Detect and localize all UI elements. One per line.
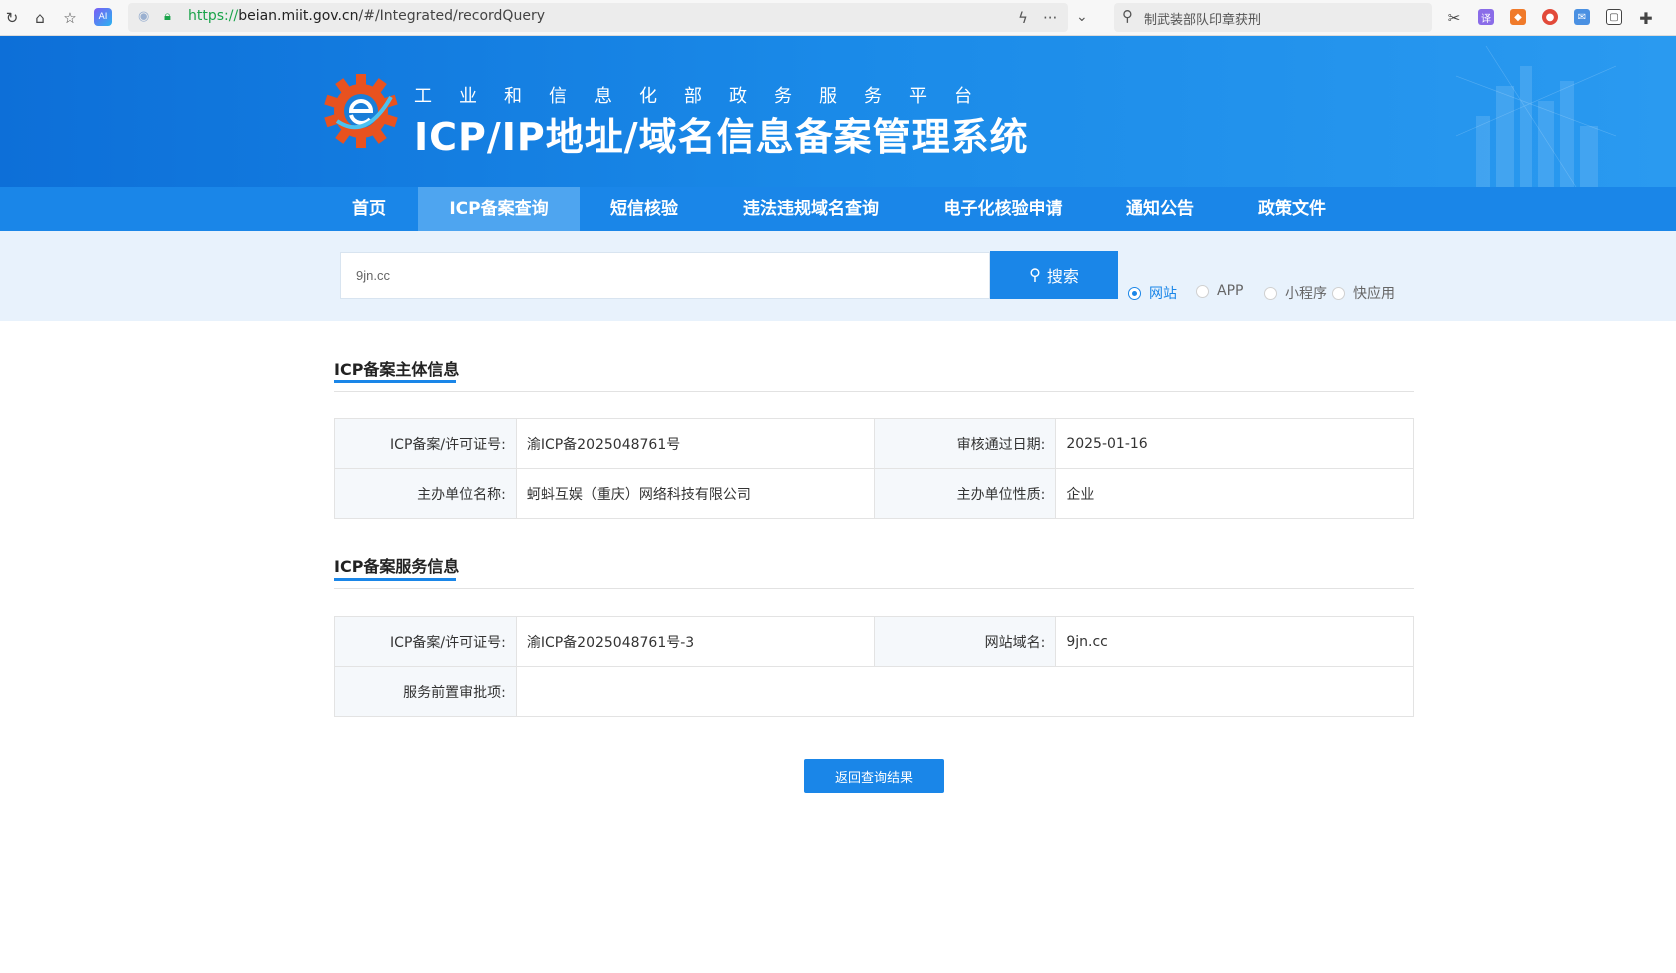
weibo-icon[interactable]: ●: [1542, 9, 1558, 25]
service-license-number-value: 渝ICP备2025048761号-3: [515, 616, 875, 667]
field-label: 服务前置审批项:: [334, 666, 517, 717]
reload-icon[interactable]: ↻: [2, 8, 22, 28]
section-title-subject: ICP备案主体信息: [334, 360, 460, 379]
radio-website[interactable]: 网站: [1128, 283, 1177, 303]
section-title-underline: [334, 578, 456, 581]
radio-mini-program[interactable]: 小程序: [1264, 283, 1327, 303]
city-skyline-decoration: [1456, 46, 1616, 187]
nav-item-sms-verify[interactable]: 短信核验: [594, 187, 694, 231]
radio-quick-app[interactable]: 快应用: [1332, 283, 1395, 303]
table-row: 主办单位名称: 蚵蚪互娱（重庆）网络科技有限公司 主办单位性质: 企业: [334, 468, 1414, 519]
table-row: 服务前置审批项:: [334, 666, 1415, 717]
more-icon[interactable]: ···: [1043, 9, 1057, 27]
site-info-icon[interactable]: ◉: [138, 9, 149, 24]
nav-item-icp-query[interactable]: ICP备案查询: [418, 187, 580, 231]
url-text[interactable]: https://beian.miit.gov.cn/#/Integrated/r…: [188, 8, 545, 24]
browser-toolbar: ↻ ⌂ ☆ AI ◉ 🔒︎ https://beian.miit.gov.cn/…: [0, 0, 1676, 36]
fox-extension-icon[interactable]: ◆: [1510, 9, 1526, 25]
section-title-underline: [334, 380, 456, 383]
platform-subtitle: 工业和信息化部政务服务平台: [414, 86, 999, 107]
field-label: ICP备案/许可证号:: [334, 418, 517, 469]
bookmark-star-icon[interactable]: ☆: [60, 8, 80, 28]
field-label: 主办单位名称:: [334, 468, 517, 519]
radio-dot: [1128, 286, 1141, 300]
lightning-icon[interactable]: ϟ: [1018, 9, 1028, 27]
website-domain-value: 9jn.cc: [1055, 616, 1414, 667]
search-band: 9jn.cc ⚲ 搜索 网站 APP 小程序 快应用: [0, 231, 1676, 321]
nav-item-electronic-verify[interactable]: 电子化核验申请: [930, 187, 1076, 231]
search-button[interactable]: ⚲ 搜索: [990, 251, 1118, 299]
header-banner: 工业和信息化部政务服务平台 ICP/IP地址/域名信息备案管理系统: [0, 36, 1676, 187]
record-query-input[interactable]: 9jn.cc: [340, 252, 990, 299]
organizer-name-value: 蚵蚪互娱（重庆）网络科技有限公司: [515, 468, 875, 519]
browser-search-text[interactable]: 制武装部队印章获刑: [1144, 9, 1261, 28]
radio-label: 小程序: [1285, 286, 1327, 302]
nav-item-illegal-domain-query[interactable]: 违法违规域名查询: [726, 187, 896, 231]
radio-label: 网站: [1149, 286, 1177, 302]
approval-date-value: 2025-01-16: [1055, 418, 1414, 469]
radio-label: APP: [1217, 283, 1244, 299]
service-info-table: ICP备案/许可证号: 渝ICP备2025048761号-3 网站域名: 9jn…: [334, 616, 1415, 717]
field-label: 审核通过日期:: [873, 418, 1057, 469]
nav-item-home[interactable]: 首页: [334, 187, 404, 231]
puzzle-icon[interactable]: ✚: [1636, 8, 1656, 28]
nav-item-notices[interactable]: 通知公告: [1112, 187, 1208, 231]
table-row: ICP备案/许可证号: 渝ICP备2025048761号-3 网站域名: 9jn…: [334, 616, 1414, 667]
system-title: ICP/IP地址/域名信息备案管理系统: [414, 115, 1029, 159]
radio-label: 快应用: [1353, 286, 1395, 302]
section-divider: [334, 391, 1414, 392]
field-label: 主办单位性质:: [873, 468, 1057, 519]
search-icon: ⚲: [1122, 7, 1133, 25]
field-label: ICP备案/许可证号:: [334, 616, 517, 667]
section-divider: [334, 588, 1414, 589]
address-bar[interactable]: ◉ 🔒︎ https://beian.miit.gov.cn/#/Integra…: [128, 3, 1088, 32]
chevron-down-icon[interactable]: ⌄: [1076, 9, 1088, 25]
translate-icon[interactable]: 译: [1478, 9, 1494, 25]
main-nav: 首页 ICP备案查询 短信核验 违法违规域名查询 电子化核验申请 通知公告 政策…: [0, 187, 1676, 231]
table-row: ICP备案/许可证号: 渝ICP备2025048761号 审核通过日期: 202…: [334, 418, 1414, 469]
radio-app[interactable]: APP: [1196, 283, 1243, 299]
radio-dot: [1332, 286, 1345, 300]
license-number-value: 渝ICP备2025048761号: [515, 418, 875, 469]
window-extension-icon[interactable]: ▢: [1606, 9, 1622, 25]
radio-dot: [1196, 284, 1209, 298]
field-label: 网站域名:: [873, 616, 1057, 667]
section-title-service: ICP备案服务信息: [334, 557, 460, 576]
organizer-type-value: 企业: [1055, 468, 1414, 519]
search-button-label: 搜索: [1046, 269, 1079, 286]
mail-icon[interactable]: ✉: [1574, 9, 1590, 25]
subject-info-table: ICP备案/许可证号: 渝ICP备2025048761号 审核通过日期: 202…: [334, 418, 1414, 519]
lock-icon: 🔒︎: [164, 9, 171, 24]
ai-icon[interactable]: AI: [94, 8, 112, 26]
browser-search-box[interactable]: ⚲ 制武装部队印章获刑: [1114, 3, 1432, 32]
radio-dot: [1264, 286, 1277, 300]
search-icon: ⚲: [1029, 267, 1041, 284]
nav-item-policy-docs[interactable]: 政策文件: [1244, 187, 1340, 231]
scissors-icon[interactable]: ✂: [1444, 8, 1464, 28]
pre-approval-value: [515, 666, 1415, 717]
home-icon[interactable]: ⌂: [30, 8, 50, 28]
miit-gear-logo-icon: [324, 74, 398, 148]
back-to-results-button[interactable]: 返回查询结果: [804, 759, 944, 793]
